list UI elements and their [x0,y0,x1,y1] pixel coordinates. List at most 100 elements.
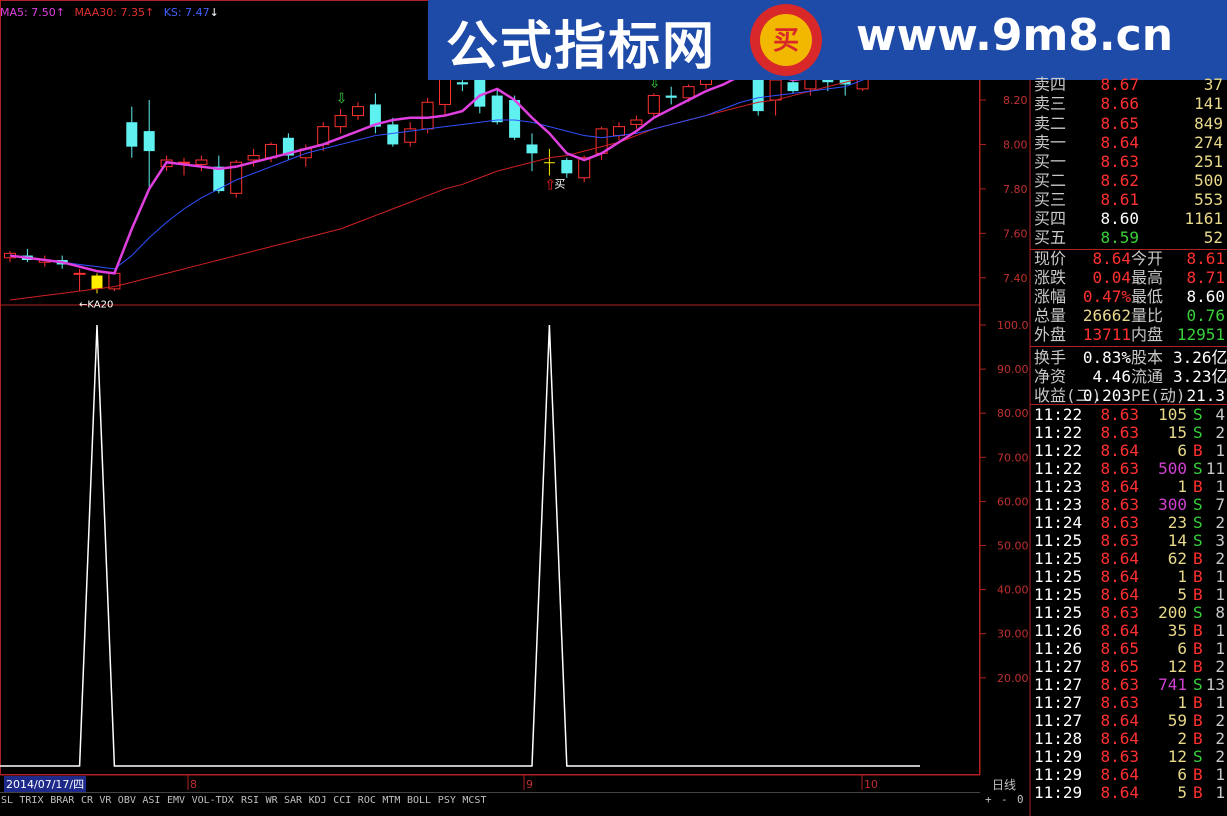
tab-emv[interactable]: EMV [167,793,185,809]
tick-volume: 2 [1177,729,1187,748]
price-tick-label: 7.80 [1003,183,1028,196]
tick-side: B [1193,729,1203,748]
tick-count: 11 [1205,459,1225,478]
tab-sar[interactable]: SAR [284,793,302,809]
watermark-banner: 公式指标网 买 www.9m8.cn [428,0,1227,80]
tab-kdj[interactable]: KDJ [309,793,327,809]
tick-price: 8.63 [1100,693,1139,712]
tab-mcst[interactable]: MCST [462,793,486,809]
chart-frame [0,0,980,775]
tick-volume: 300 [1158,495,1187,514]
legend-ma30: MAA30: 7.35 [74,6,145,19]
tick-volume: 14 [1167,531,1187,550]
bid-price: 8.61 [1100,190,1139,209]
zoom-out-button[interactable]: - [1001,792,1008,808]
current-date: 2014/07/17/四 [4,776,87,792]
tab-vr[interactable]: VR [99,793,111,809]
tick-time: 11:22 [1034,405,1083,424]
stat-value: 4.46 [1092,367,1131,386]
tab-brar[interactable]: BRAR [50,793,74,809]
tick-row: 11:29 8.64 6 B 1 [1033,766,1227,784]
candle-body [352,106,364,117]
legend-ma5: MA5: 7.50 [0,6,56,19]
tick-count: 1 [1215,639,1225,658]
stat-row: 换手 0.83% 股本 3.26亿 [1033,349,1227,367]
stat-label: 涨跌 [1034,268,1067,287]
tab-sl[interactable]: SL [1,793,13,809]
tab-vol-tdx[interactable]: VOL-TDX [192,793,234,809]
tab-roc[interactable]: ROC [358,793,376,809]
tick-time: 11:25 [1034,549,1083,568]
tick-time: 11:24 [1034,513,1083,532]
tick-row: 11:26 8.64 35 B 1 [1033,622,1227,640]
tick-volume: 12 [1167,747,1187,766]
tick-side: S [1193,495,1203,514]
ask-price: 8.64 [1100,132,1139,152]
tab-cr[interactable]: CR [81,793,93,809]
stat-label: 外盘 [1034,325,1067,344]
tick-volume: 35 [1167,621,1187,640]
tab-cci[interactable]: CCI [333,793,351,809]
stat-label: 量比 [1131,306,1164,325]
stat-value: 8.61 [1186,249,1225,268]
period-label[interactable]: 日线 [992,776,1016,793]
stat-value: 0.203 [1082,386,1131,405]
candle-body [769,79,782,101]
tab-psy[interactable]: PSY [438,793,456,809]
tick-row: 11:27 8.63 1 B 1 [1033,694,1227,712]
tick-price: 8.63 [1100,405,1139,424]
tick-side: B [1193,585,1203,604]
buy-label: 买 [554,178,565,191]
candle-body [421,101,434,130]
tab-rsi[interactable]: RSI [241,793,259,809]
price-tick-label: 7.60 [1003,227,1028,240]
tick-count: 1 [1215,765,1225,784]
tick-side: S [1193,405,1203,424]
stat-row: 涨跌 0.04 最高 8.71 [1033,269,1227,287]
zoom-in-button[interactable]: + [985,792,992,808]
ma-mid-line [9,55,898,270]
ask-label: 卖一 [1034,132,1067,152]
stat-value: 0.04 [1092,268,1131,287]
candle-body [665,95,677,98]
bid-volume: 251 [1194,152,1223,171]
tick-volume: 15 [1167,423,1187,442]
indicator-tick-label: 50.00 [997,540,1029,553]
tab-boll[interactable]: BOLL [407,793,431,809]
tick-volume: 1 [1177,477,1187,496]
candle-body [543,162,555,164]
bid-price: 8.62 [1100,171,1139,190]
tab-obv[interactable]: OBV [118,793,136,809]
candle-body [682,86,695,99]
tick-volume: 1 [1177,567,1187,586]
tick-volume: 6 [1177,639,1187,658]
tab-wr[interactable]: WR [266,793,278,809]
stat-value: 3.26亿 [1173,348,1227,367]
bid-label: 买二 [1034,171,1067,190]
tab-asi[interactable]: ASI [142,793,160,809]
tick-side: B [1193,711,1203,730]
tick-time: 11:27 [1034,711,1083,730]
ask-row: 卖三 8.66 141 [1033,95,1227,113]
tick-volume: 741 [1158,675,1187,694]
tick-time: 11:29 [1034,765,1083,784]
tick-row: 11:25 8.64 62 B 2 [1033,550,1227,568]
stat-label: 今开 [1131,249,1164,268]
ask-volume: 37 [1203,75,1223,94]
candle-body [387,124,399,145]
tab-trix[interactable]: TRIX [19,793,43,809]
tick-side: S [1193,423,1203,442]
ask-price: 8.65 [1100,113,1139,133]
ask-volume: 849 [1194,113,1223,133]
tick-price: 8.63 [1100,603,1139,622]
tick-row: 11:27 8.63 741 S 13 [1033,676,1227,694]
tick-side: B [1193,693,1203,712]
tick-count: 2 [1215,729,1225,748]
indicator-tick-label: 30.00 [997,628,1029,641]
tab-mtm[interactable]: MTM [382,793,400,809]
tick-side: B [1193,441,1203,460]
tick-time: 11:29 [1034,747,1083,766]
bid-label: 买一 [1034,152,1067,171]
reset-button[interactable]: 0 [1017,792,1024,808]
tick-price: 8.64 [1100,567,1139,586]
